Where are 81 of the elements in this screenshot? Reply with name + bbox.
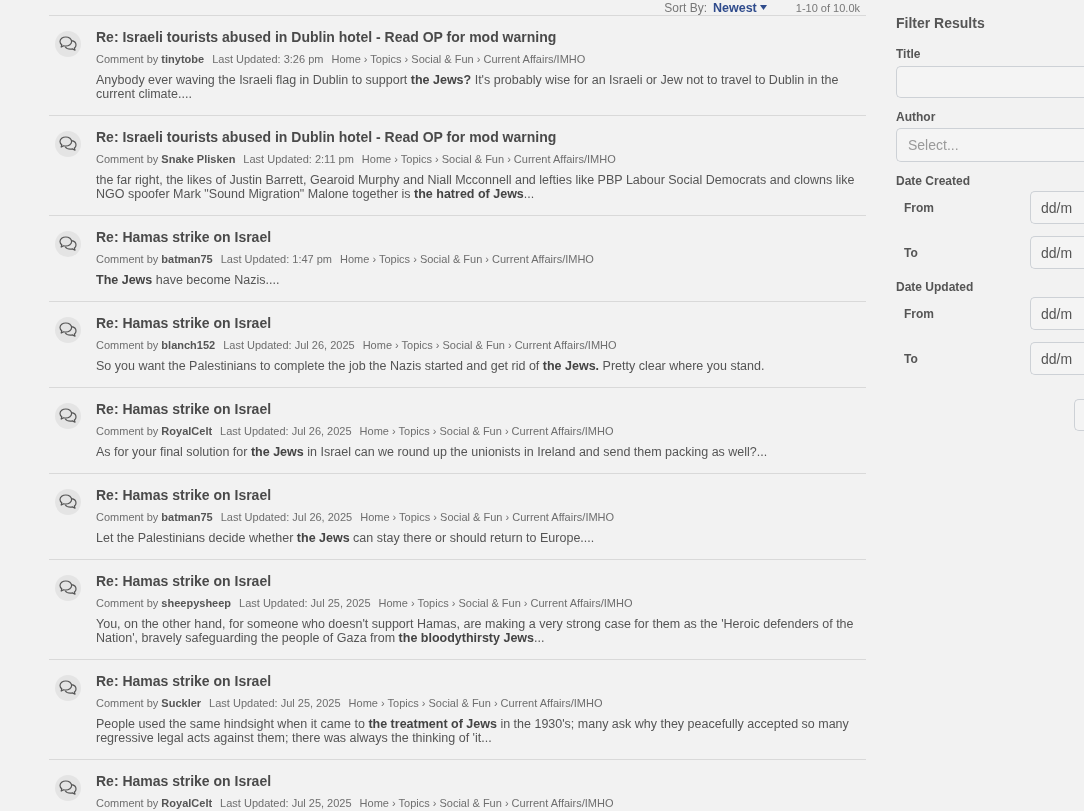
last-updated: Last Updated: Jul 26, 2025 [220, 510, 353, 524]
thread-title-link[interactable]: Re: Hamas strike on Israel [96, 227, 272, 247]
thread-title-link[interactable]: Re: Hamas strike on Israel [96, 485, 272, 505]
author-link[interactable]: RoyalCelt [161, 424, 213, 438]
result-count: 1-10 of 10.0k [795, 0, 860, 15]
author-link[interactable]: batman75 [161, 252, 213, 266]
comment-excerpt: The Jews have become Nazis.... [96, 273, 281, 287]
date-input[interactable]: dd/m [1030, 342, 1084, 375]
date-range-label: From [903, 305, 935, 323]
comment-excerpt: So you want the Palestinians to complete the job the Nazis started and get rid of the Jews. Pretty clear where you stand. [96, 359, 766, 373]
field-label: Author [896, 109, 937, 125]
thread-title-link[interactable]: Re: Hamas strike on Israel [96, 671, 272, 691]
last-updated: Last Updated: Jul 26, 2025 [220, 424, 352, 438]
breadcrumb: Home › Topics › Social & Fun › Current Affairs/IMHO [340, 252, 594, 266]
comment-excerpt: You, on the other hand, for someone who doesn't support Hamas, are making a very strong case for them as the 'Heroic defenders of the Nation', bravely safeguarding the people of Gaza from the bloodythirsty Jews... [96, 617, 855, 645]
breadcrumb: Home › Topics › Social & Fun › Current Affairs/IMHO [331, 52, 586, 66]
filter-heading: Filter Results [896, 14, 986, 33]
last-updated: Last Updated: Jul 25, 2025 [220, 796, 352, 810]
chat-bubbles-icon [55, 31, 81, 57]
last-updated: Last Updated: Jul 26, 2025 [223, 338, 355, 352]
author-link[interactable]: RoyalCelt [161, 796, 213, 810]
comment-excerpt: People used the same hindsight when it came to the treatment of Jews in the 1930's; many ask why they peacefully accepted so many regressive legal acts against them; there was always the thinking of 'it... [96, 717, 850, 745]
chat-bubbles-icon [55, 575, 81, 601]
author-link[interactable]: batman75 [161, 510, 213, 524]
date-input[interactable]: dd/m [1030, 191, 1084, 224]
title-input[interactable] [896, 66, 1084, 98]
breadcrumb: Home › Topics › Social & Fun › Current Affairs/IMHO [360, 510, 615, 524]
author-link[interactable]: blanch152 [161, 338, 216, 352]
chat-bubbles-icon [55, 231, 81, 257]
last-updated: Last Updated: Jul 25, 2025 [209, 696, 341, 710]
chat-bubbles-icon [55, 317, 81, 343]
thread-title-link[interactable]: Re: Hamas strike on Israel [96, 571, 272, 591]
sort-label: Sort By: [664, 0, 707, 15]
last-updated: Last Updated: 1:47 pm [220, 252, 332, 266]
last-updated: Last Updated: 2:11 pm [243, 152, 354, 166]
author-link[interactable]: Suckler [161, 696, 202, 710]
date-group-label: Date Created [896, 173, 972, 189]
comment-excerpt: Let the Palestinians decide whether the Jews can stay there or should return to Europe.... [96, 531, 596, 545]
last-updated: Last Updated: Jul 25, 2025 [239, 596, 371, 610]
date-input[interactable]: dd/m [1030, 236, 1084, 269]
date-range-label: To [903, 350, 919, 368]
caret-icon [759, 5, 767, 10]
chat-bubbles-icon [55, 675, 81, 701]
thread-title-link[interactable]: Re: Israeli tourists abused in Dublin hotel - Read OP for mod warning [96, 127, 557, 147]
comment-excerpt: Anybody ever waving the Israeli flag in Dublin to support the Jews? It's probably wise for an Israeli or Jew not to travel to Dublin in the current climate.... [96, 73, 840, 101]
field-label: Title [896, 46, 922, 62]
breadcrumb: Home › Topics › Social & Fun › Current Affairs/IMHO [359, 424, 614, 438]
breadcrumb: Home › Topics › Social & Fun › Current Affairs/IMHO [348, 696, 603, 710]
chat-bubbles-icon [55, 775, 81, 801]
thread-title-link[interactable]: Re: Israeli tourists abused in Dublin hotel - Read OP for mod warning [96, 27, 557, 47]
author-label: Comment by [96, 252, 159, 266]
breadcrumb: Home › Topics › Social & Fun › Current Affairs/IMHO [359, 796, 614, 810]
breadcrumb: Home › Topics › Social & Fun › Current Affairs/IMHO [378, 596, 633, 610]
thread-title-link[interactable]: Re: Hamas strike on Israel [96, 771, 272, 791]
date-range-label: From [903, 199, 935, 217]
breadcrumb: Home › Topics › Social & Fun › Current Affairs/IMHO [362, 338, 617, 352]
author-label: Comment by [96, 424, 159, 438]
breadcrumb: Home › Topics › Social & Fun › Current Affairs/IMHO [361, 152, 616, 166]
date-group-label: Date Updated [896, 279, 975, 295]
chat-bubbles-icon [55, 131, 81, 157]
author-link[interactable]: sheepysheep [161, 596, 232, 610]
chat-bubbles-icon [55, 403, 81, 429]
author-link[interactable]: Snake Plisken [161, 152, 236, 166]
date-input[interactable]: dd/m [1030, 297, 1084, 330]
author-label: Comment by [96, 338, 159, 352]
author-label: Comment by [96, 510, 159, 524]
thread-title-link[interactable]: Re: Hamas strike on Israel [96, 399, 272, 419]
sort-dropdown[interactable]: Newest [713, 0, 767, 15]
comment-excerpt: As for your final solution for the Jews in Israel can we round up the unionists in Ireland and send them packing as well?... [96, 445, 769, 459]
author-link[interactable]: tinytobe [161, 52, 205, 66]
partial-button[interactable] [1074, 399, 1084, 431]
date-range-label: To [903, 244, 919, 262]
chat-bubbles-icon [55, 489, 81, 515]
thread-title-link[interactable]: Re: Hamas strike on Israel [96, 313, 272, 333]
author-label: Comment by [96, 596, 159, 610]
last-updated: Last Updated: 3:26 pm [212, 52, 324, 66]
author-label: Comment by [96, 796, 159, 810]
author-label: Comment by [96, 696, 159, 710]
comment-excerpt: the far right, the likes of Justin Barrett, Gearoid Murphy and Niall Mcconnell and lefties like PBP Labour Social Democrats and clowns like NGO spoofer Mark "Sound Migration" Malone together is the hatred of Jews... [96, 173, 856, 201]
author-label: Comment by [96, 52, 159, 66]
author-label: Comment by [96, 152, 159, 166]
